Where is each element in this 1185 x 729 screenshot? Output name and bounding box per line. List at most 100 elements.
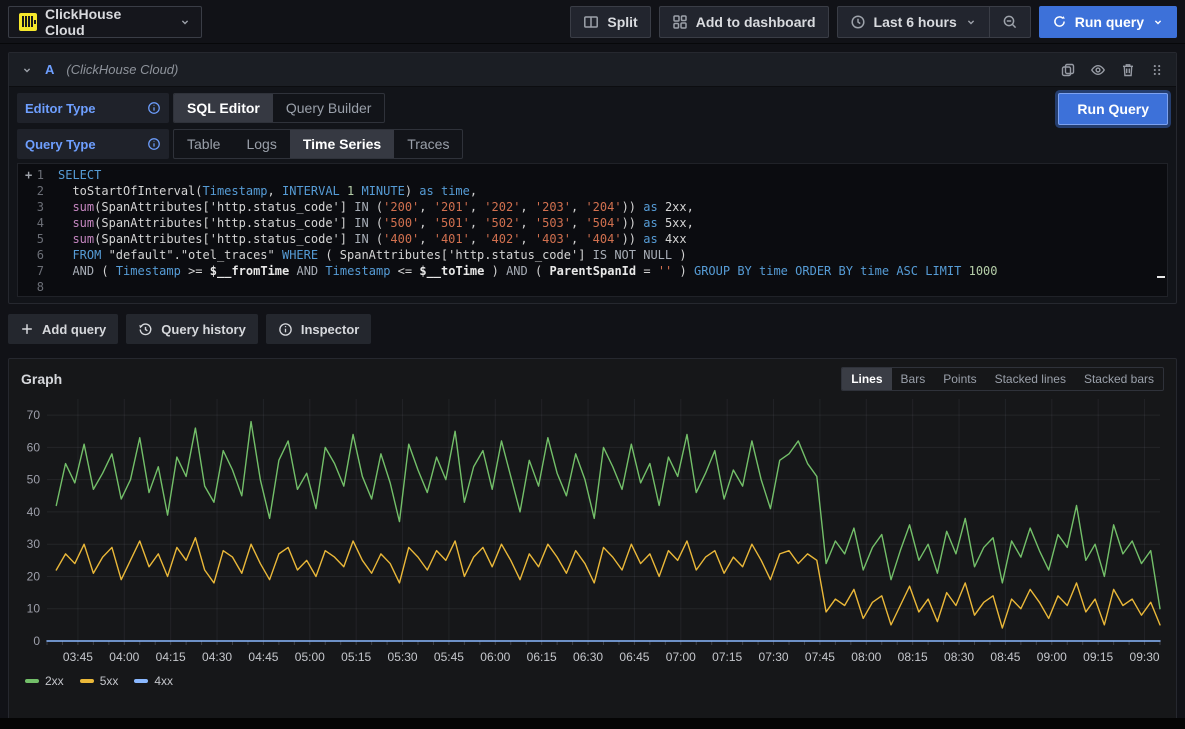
duplicate-query-icon[interactable] — [1060, 62, 1076, 78]
svg-text:05:45: 05:45 — [434, 650, 464, 664]
time-range-picker[interactable]: Last 6 hours — [838, 7, 989, 37]
hide-query-eye-icon[interactable] — [1090, 62, 1106, 78]
plus-icon — [20, 322, 34, 336]
svg-text:04:30: 04:30 — [202, 650, 232, 664]
history-icon — [138, 322, 153, 337]
legend-item-4xx[interactable]: 4xx — [134, 674, 173, 688]
svg-text:30: 30 — [27, 537, 41, 551]
svg-text:05:15: 05:15 — [341, 650, 371, 664]
svg-text:05:00: 05:00 — [295, 650, 325, 664]
svg-text:08:15: 08:15 — [898, 650, 928, 664]
svg-text:06:00: 06:00 — [480, 650, 510, 664]
chevron-down-icon — [1152, 16, 1164, 28]
info-circle-icon — [278, 322, 293, 337]
query-type-label: Query Type — [17, 129, 169, 159]
graph-title: Graph — [21, 371, 62, 387]
svg-text:06:15: 06:15 — [527, 650, 557, 664]
option-sql-editor[interactable]: SQL Editor — [174, 94, 273, 122]
legend-item-2xx[interactable]: 2xx — [25, 674, 64, 688]
query-row-header[interactable]: A (ClickHouse Cloud) — [9, 53, 1176, 87]
legend-label: 2xx — [45, 674, 64, 688]
zoom-out-button[interactable] — [990, 7, 1030, 37]
svg-text:70: 70 — [27, 408, 41, 422]
svg-text:04:15: 04:15 — [156, 650, 186, 664]
svg-text:08:30: 08:30 — [944, 650, 974, 664]
graph-style-toggle: LinesBarsPointsStacked linesStacked bars — [841, 367, 1164, 391]
legend-label: 5xx — [100, 674, 119, 688]
add-to-dashboard-button[interactable]: Add to dashboard — [659, 6, 829, 38]
svg-text:04:45: 04:45 — [248, 650, 278, 664]
collapse-chevron-icon[interactable] — [21, 64, 33, 76]
inspector-button[interactable]: Inspector — [266, 314, 372, 344]
info-icon[interactable] — [147, 137, 161, 151]
delete-query-trash-icon[interactable] — [1120, 62, 1136, 78]
code-line: 6 FROM "default"."otel_traces" WHERE ( S… — [18, 247, 1167, 263]
svg-text:07:45: 07:45 — [805, 650, 835, 664]
clickhouse-logo-icon — [19, 13, 37, 31]
chevron-down-icon — [965, 16, 977, 28]
inspector-label: Inspector — [301, 322, 360, 337]
svg-text:06:30: 06:30 — [573, 650, 603, 664]
svg-text:04:00: 04:00 — [109, 650, 139, 664]
cursor — [1157, 276, 1165, 278]
add-to-dashboard-label: Add to dashboard — [696, 14, 816, 30]
add-query-button[interactable]: Add query — [8, 314, 118, 344]
drag-handle-icon[interactable] — [1150, 63, 1164, 77]
query-datasource-hint: (ClickHouse Cloud) — [66, 62, 178, 77]
graph-canvas[interactable]: 01020304050607003:4504:0004:1504:3004:45… — [21, 395, 1164, 672]
option-time-series[interactable]: Time Series — [290, 130, 394, 158]
svg-text:08:00: 08:00 — [851, 650, 881, 664]
chevron-down-icon — [179, 16, 191, 28]
add-query-label: Add query — [42, 322, 106, 337]
option-stacked-lines[interactable]: Stacked lines — [986, 368, 1075, 390]
legend-label: 4xx — [154, 674, 173, 688]
query-history-label: Query history — [161, 322, 246, 337]
option-logs[interactable]: Logs — [233, 130, 289, 158]
add-glyph-icon[interactable]: + — [25, 167, 32, 183]
explore-actions: Add query Query history Inspector — [8, 314, 1177, 344]
svg-text:0: 0 — [33, 634, 40, 648]
graph-panel: Graph LinesBarsPointsStacked linesStacke… — [8, 358, 1177, 722]
run-query-editor-button[interactable]: Run Query — [1058, 93, 1168, 125]
time-range-label: Last 6 hours — [874, 14, 957, 30]
legend-swatch — [25, 679, 39, 683]
query-history-button[interactable]: Query history — [126, 314, 258, 344]
svg-text:07:15: 07:15 — [712, 650, 742, 664]
svg-text:07:00: 07:00 — [666, 650, 696, 664]
graph-legend: 2xx 5xx 4xx — [21, 674, 1164, 688]
svg-text:10: 10 — [27, 602, 41, 616]
zoom-out-icon — [1002, 14, 1018, 30]
run-query-button[interactable]: Run query — [1039, 6, 1177, 38]
option-bars[interactable]: Bars — [892, 368, 935, 390]
svg-text:07:30: 07:30 — [759, 650, 789, 664]
code-line: 7 AND ( Timestamp >= $__fromTime AND Tim… — [18, 263, 1167, 279]
datasource-label: ClickHouse Cloud — [45, 6, 163, 38]
svg-text:03:45: 03:45 — [63, 650, 93, 664]
svg-text:08:45: 08:45 — [990, 650, 1020, 664]
sql-code-editor[interactable]: +1SELECT2 toStartOfInterval(Timestamp, I… — [17, 163, 1168, 297]
svg-text:09:30: 09:30 — [1130, 650, 1160, 664]
split-label: Split — [607, 14, 637, 30]
option-table[interactable]: Table — [174, 130, 233, 158]
svg-text:09:00: 09:00 — [1037, 650, 1067, 664]
query-ref-id: A — [45, 62, 54, 77]
datasource-picker[interactable]: ClickHouse Cloud — [8, 6, 202, 38]
code-line: 4 sum(SpanAttributes['http.status_code']… — [18, 215, 1167, 231]
time-controls: Last 6 hours — [837, 6, 1031, 38]
split-icon — [583, 14, 599, 30]
legend-swatch — [80, 679, 94, 683]
dashboard-grid-icon — [672, 14, 688, 30]
svg-text:20: 20 — [27, 569, 41, 583]
legend-item-5xx[interactable]: 5xx — [80, 674, 119, 688]
option-traces[interactable]: Traces — [394, 130, 462, 158]
code-line: 2 toStartOfInterval(Timestamp, INTERVAL … — [18, 183, 1167, 199]
option-points[interactable]: Points — [934, 368, 985, 390]
svg-text:50: 50 — [27, 473, 41, 487]
option-lines[interactable]: Lines — [842, 368, 891, 390]
legend-swatch — [134, 679, 148, 683]
svg-text:60: 60 — [27, 440, 41, 454]
info-icon[interactable] — [147, 101, 161, 115]
split-button[interactable]: Split — [570, 6, 650, 38]
option-stacked-bars[interactable]: Stacked bars — [1075, 368, 1163, 390]
option-query-builder[interactable]: Query Builder — [273, 94, 385, 122]
